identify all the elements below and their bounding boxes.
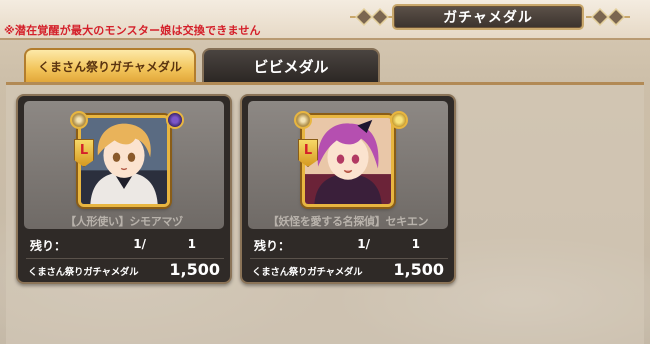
exchange-card-shimoamazu[interactable]: L 【人形使い】シモアマヅ 残り： 1/ 1 くまさん祭りガチャメダル 1,50… <box>16 94 232 284</box>
exchange-notice: ※潜在覚醒が最大のモンスター娘は交換できません <box>4 24 261 37</box>
cost-row: くまさん祭りガチャメダル 1,500 <box>26 258 224 280</box>
character-name: 【妖怪を愛する名探偵】セキエン <box>267 215 429 228</box>
card-portrait-area: L 【人形使い】シモアマヅ <box>24 101 224 229</box>
remaining-count: 1/ <box>133 237 146 251</box>
crosshair-icon <box>294 111 312 129</box>
cost-value: 1,500 <box>169 260 220 279</box>
remaining-max: 1 <box>411 237 420 251</box>
cost-currency: くまさん祭りガチャメダル <box>252 267 363 278</box>
cost-value: 1,500 <box>393 260 444 279</box>
remaining-max: 1 <box>187 237 196 251</box>
attribute-light-icon <box>390 111 408 129</box>
title-ribbon: ガチャメダル <box>350 2 640 32</box>
attribute-dark-icon <box>166 111 184 129</box>
spiral-icon <box>70 111 88 129</box>
ornament-right-icon <box>586 7 630 27</box>
remaining-count: 1/ <box>357 237 370 251</box>
ornament-left-icon <box>350 7 394 27</box>
remaining-row: 残り： 1/ 1 <box>26 234 224 256</box>
tab-kumasan-medal[interactable]: くまさん祭りガチャメダル <box>24 48 196 82</box>
character-name: 【人形使い】シモアマヅ <box>65 215 183 228</box>
cost-currency: くまさん祭りガチャメダル <box>28 267 139 278</box>
tab-bibi-medal[interactable]: ビビメダル <box>202 48 380 82</box>
cost-row: くまさん祭りガチャメダル 1,500 <box>250 258 448 280</box>
exchange-card-sekien[interactable]: L 【妖怪を愛する名探偵】セキエン 残り： 1/ 1 くまさん祭りガチャメダル … <box>240 94 456 284</box>
remaining-label: 残り： <box>30 239 67 253</box>
remaining-label: 残り： <box>254 239 291 253</box>
page-title: ガチャメダル <box>392 4 584 30</box>
card-portrait-area: L 【妖怪を愛する名探偵】セキエン <box>248 101 448 229</box>
remaining-row: 残り： 1/ 1 <box>250 234 448 256</box>
